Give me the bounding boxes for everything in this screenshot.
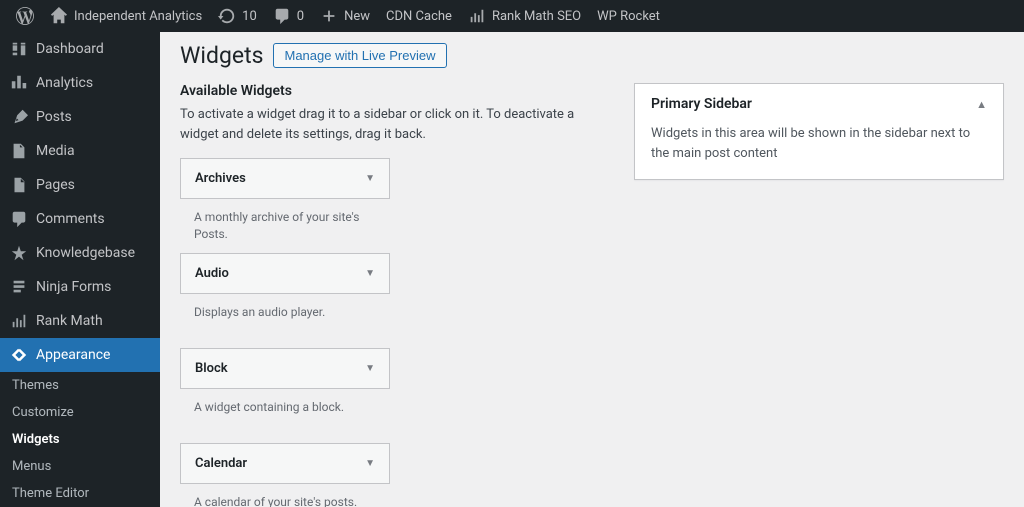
posts-icon (10, 108, 28, 126)
sidebar-item-media[interactable]: Media (0, 134, 160, 168)
widget-box[interactable]: Archives ▼ (180, 158, 390, 199)
comments-icon (10, 210, 28, 228)
new-link[interactable]: New (312, 0, 378, 32)
widget-item: Calendar ▼ A calendar of your site's posts… (180, 443, 390, 507)
rankmath-icon (10, 312, 28, 330)
chart-icon (468, 7, 486, 25)
dashboard-icon (10, 40, 28, 58)
adminbar-rankmath[interactable]: Rank Math SEO (460, 0, 589, 32)
updates-link[interactable]: 10 (210, 0, 265, 32)
triangle-down-icon: ▼ (365, 173, 375, 184)
comments-link[interactable]: 0 (265, 0, 312, 32)
manage-live-preview-button[interactable]: Manage with Live Preview (273, 43, 446, 68)
new-label: New (344, 9, 370, 24)
sidebar-item-analytics[interactable]: Analytics (0, 66, 160, 100)
widget-item: Audio ▼ Displays an audio player. (180, 253, 390, 338)
admin-sidebar: Dashboard Analytics Posts Media Pages Co… (0, 32, 160, 507)
subitem-theme-editor[interactable]: Theme Editor (0, 480, 160, 507)
updates-count: 10 (242, 9, 257, 24)
widget-name: Block (195, 361, 228, 376)
widget-name: Audio (195, 266, 229, 281)
sidebar-item-dashboard[interactable]: Dashboard (0, 32, 160, 66)
widget-box[interactable]: Audio ▼ (180, 253, 390, 294)
pin-icon (10, 244, 28, 262)
primary-sidebar-area[interactable]: Primary Sidebar ▲ Widgets in this area w… (634, 83, 1004, 180)
forms-icon (10, 278, 28, 296)
widget-name: Calendar (195, 456, 247, 471)
widget-description: A widget containing a block. (180, 389, 390, 433)
media-icon (10, 142, 28, 160)
site-link[interactable]: Independent Analytics (42, 0, 210, 32)
sidebar-item-ninjaforms[interactable]: Ninja Forms (0, 270, 160, 304)
sidebar-item-posts[interactable]: Posts (0, 100, 160, 134)
sidebar-item-knowledgebase[interactable]: Knowledgebase (0, 236, 160, 270)
triangle-down-icon: ▼ (365, 268, 375, 279)
site-name: Independent Analytics (74, 9, 202, 24)
adminbar-cdn[interactable]: CDN Cache (378, 0, 460, 32)
subitem-themes[interactable]: Themes (0, 372, 160, 399)
available-widgets-column: Available Widgets To activate a widget d… (180, 83, 614, 507)
subitem-customize[interactable]: Customize (0, 399, 160, 426)
sidebar-item-pages[interactable]: Pages (0, 168, 160, 202)
adminbar-wprocket[interactable]: WP Rocket (589, 0, 668, 32)
widget-description: A calendar of your site's posts. (180, 484, 390, 507)
subitem-menus[interactable]: Menus (0, 453, 160, 480)
page-title: Widgets (180, 42, 263, 69)
widget-area-title: Primary Sidebar (651, 96, 752, 112)
refresh-icon (218, 7, 236, 25)
subitem-widgets[interactable]: Widgets (0, 426, 160, 453)
widget-area-desc: Widgets in this area will be shown in th… (635, 124, 1003, 179)
sidebar-item-appearance[interactable]: Appearance (0, 338, 160, 372)
page-header: Widgets Manage with Live Preview (180, 42, 1004, 69)
appearance-icon (10, 346, 28, 364)
admin-bar: Independent Analytics 10 0 New CDN Cache… (0, 0, 1024, 32)
available-title: Available Widgets (180, 83, 614, 99)
widget-name: Archives (195, 171, 246, 186)
widget-description: A monthly archive of your site's Posts. (180, 199, 390, 243)
home-icon (50, 7, 68, 25)
triangle-down-icon: ▼ (365, 363, 375, 374)
sidebar-item-comments[interactable]: Comments (0, 202, 160, 236)
widget-description: Displays an audio player. (180, 294, 390, 338)
sidebar-item-rankmath[interactable]: Rank Math (0, 304, 160, 338)
analytics-icon (10, 74, 28, 92)
widget-box[interactable]: Calendar ▼ (180, 443, 390, 484)
pages-icon (10, 176, 28, 194)
widget-box[interactable]: Block ▼ (180, 348, 390, 389)
collapse-icon[interactable]: ▲ (976, 98, 987, 111)
widget-areas-column: Primary Sidebar ▲ Widgets in this area w… (634, 83, 1004, 507)
widget-item: Archives ▼ A monthly archive of your site'… (180, 158, 390, 243)
widget-item: Block ▼ A widget containing a block. (180, 348, 390, 433)
comments-count: 0 (297, 9, 304, 24)
plus-icon (320, 7, 338, 25)
comment-icon (273, 7, 291, 25)
triangle-down-icon: ▼ (365, 458, 375, 469)
wordpress-icon (16, 7, 34, 25)
wp-logo[interactable] (8, 0, 42, 32)
main-content: Widgets Manage with Live Preview Availab… (160, 32, 1024, 507)
available-desc: To activate a widget drag it to a sideba… (180, 105, 614, 144)
